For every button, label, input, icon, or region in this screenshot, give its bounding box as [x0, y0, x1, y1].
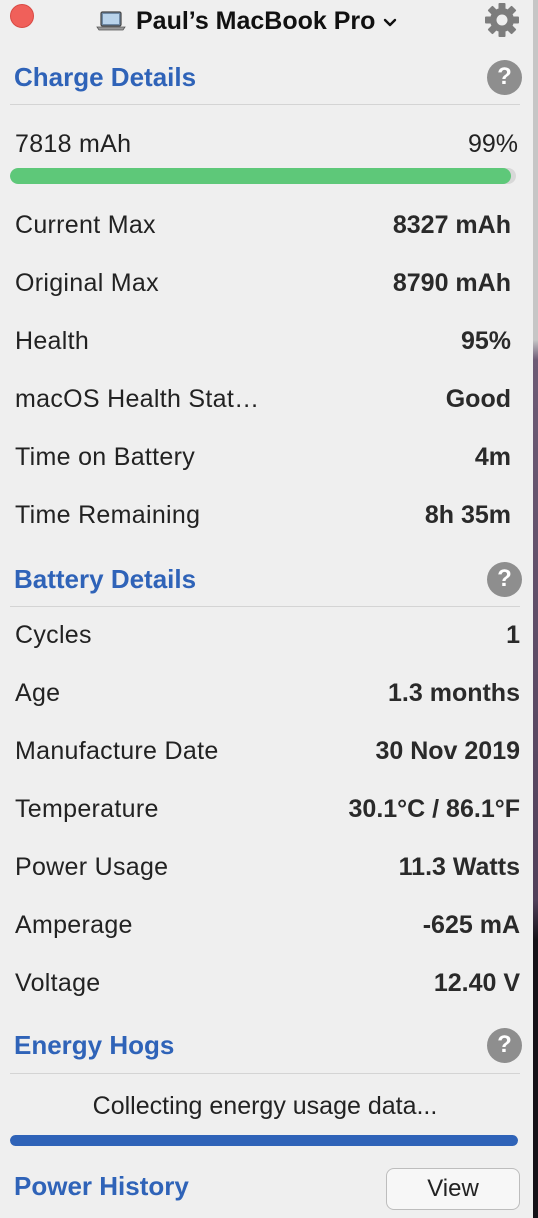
detail-label: Power Usage [15, 852, 169, 881]
energy-hogs-help-button[interactable]: ? [487, 1027, 522, 1063]
battery-details-header: Battery Details ? [14, 559, 522, 599]
detail-row: Health 95% [15, 321, 511, 361]
detail-value: Good [445, 384, 511, 413]
detail-row: macOS Health Stat… Good [15, 379, 511, 419]
close-button[interactable] [10, 4, 34, 28]
current-charge: 7818 mAh [15, 129, 132, 158]
detail-row: Time Remaining 8h 35m [15, 495, 511, 535]
detail-row: Current Max 8327 mAh [15, 205, 511, 245]
detail-value: 30.1°C / 86.1°F [348, 794, 520, 823]
detail-label: Age [15, 678, 61, 707]
detail-value: 1 [506, 620, 520, 649]
detail-label: Manufacture Date [15, 736, 219, 765]
device-name: Paul’s MacBook Pro [136, 6, 376, 35]
charge-progress-fill [10, 168, 511, 184]
detail-row: Age 1.3 months [15, 673, 520, 713]
charge-details-header: Charge Details ? [14, 57, 522, 97]
detail-value: 12.40 V [433, 968, 520, 997]
detail-label: Time Remaining [15, 500, 201, 529]
detail-row: Amperage -625 mA [15, 905, 520, 945]
divider [10, 1073, 520, 1074]
view-power-history-button[interactable]: View [386, 1168, 520, 1210]
battery-details-help-button[interactable]: ? [487, 561, 522, 597]
detail-value: 30 Nov 2019 [375, 736, 520, 765]
charge-percent: 99% [467, 129, 518, 158]
battery-details-title: Battery Details [14, 563, 197, 594]
current-charge-row: 7818 mAh 99% [15, 124, 518, 164]
charge-progress-bar [10, 168, 516, 184]
detail-row: Original Max 8790 mAh [15, 263, 511, 303]
charge-details-title: Charge Details [14, 61, 197, 92]
detail-value: 11.3 Watts [398, 852, 520, 881]
detail-label: Original Max [15, 268, 159, 297]
detail-value: 8790 mAh [392, 268, 511, 297]
detail-row: Cycles 1 [15, 615, 520, 655]
detail-value: 4m [474, 442, 511, 471]
detail-value: -625 mA [422, 910, 520, 939]
detail-row: Manufacture Date 30 Nov 2019 [15, 731, 520, 771]
detail-label: Voltage [15, 968, 101, 997]
detail-row: Time on Battery 4m [15, 437, 511, 477]
detail-row: Power Usage 11.3 Watts [15, 847, 520, 887]
detail-row: Temperature 30.1°C / 86.1°F [15, 789, 520, 829]
energy-status-text: Collecting energy usage data... [92, 1092, 438, 1120]
laptop-icon [96, 11, 126, 31]
energy-hogs-header: Energy Hogs ? [14, 1025, 522, 1065]
detail-label: Current Max [15, 210, 156, 239]
detail-value: 8h 35m [424, 500, 511, 529]
window-edge [533, 0, 538, 1218]
detail-value: 1.3 months [388, 678, 520, 707]
charge-details-help-button[interactable]: ? [487, 59, 522, 95]
energy-progress-bar [10, 1135, 518, 1146]
device-selector[interactable]: Paul’s MacBook Pro [96, 6, 397, 36]
energy-progress-fill [10, 1135, 518, 1146]
detail-label: Temperature [15, 794, 159, 823]
detail-label: macOS Health Stat… [15, 384, 260, 413]
chevron-down-icon [384, 18, 397, 27]
power-history-title: Power History [14, 1171, 189, 1201]
detail-label: Time on Battery [15, 442, 196, 471]
detail-label: Health [15, 326, 90, 355]
divider [10, 104, 520, 105]
detail-value: 95% [460, 326, 511, 355]
detail-row: Voltage 12.40 V [15, 963, 520, 1003]
title-bar: Paul’s MacBook Pro [0, 0, 533, 42]
detail-value: 8327 mAh [392, 210, 511, 239]
detail-label: Amperage [15, 910, 133, 939]
detail-label: Cycles [15, 620, 92, 649]
divider [10, 606, 520, 607]
gear-icon[interactable] [484, 2, 520, 38]
energy-hogs-title: Energy Hogs [14, 1029, 175, 1060]
